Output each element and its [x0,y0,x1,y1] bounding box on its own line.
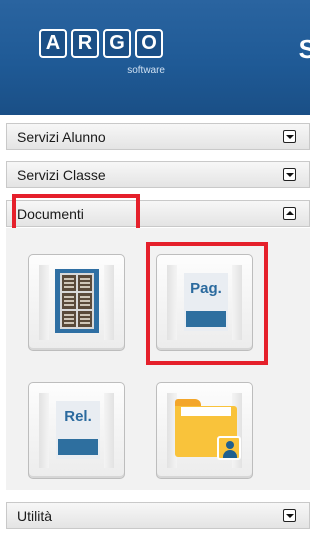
expand-toggle-icon[interactable] [283,168,296,181]
expand-toggle-icon[interactable] [283,509,296,522]
logo-letter: R [71,29,99,58]
collapse-toggle-icon[interactable] [283,207,296,220]
logo-letter: O [135,29,163,58]
logo-subtitle: software [127,65,165,76]
expand-toggle-icon[interactable] [283,130,296,143]
user-icon [217,436,241,460]
tile-bacheca[interactable] [28,254,125,351]
tile-relazione[interactable]: Rel. [28,382,125,479]
argo-logo: A R G O software [39,29,173,83]
app-header: A R G O software S [0,0,310,115]
menu-item-servizi-classe[interactable]: Servizi Classe [6,161,310,188]
logo-letter: A [39,29,67,58]
highlight-box-pagella [146,242,268,365]
header-title-fragment: S [298,34,310,64]
menu-item-servizi-alunno[interactable]: Servizi Alunno [6,123,310,150]
document-rel-icon: Rel. [56,401,100,459]
menu-item-label: Utilità [17,508,53,524]
menu-item-utilita[interactable]: Utilità [6,502,310,529]
menu-item-label: Servizi Alunno [17,129,106,145]
menu-item-label: Servizi Classe [17,167,106,183]
bulletin-board-icon [55,269,99,333]
logo-letter: G [103,29,131,58]
tile-cartella[interactable] [156,382,253,479]
document-label: Rel. [64,408,92,425]
folder-user-icon [175,399,241,460]
